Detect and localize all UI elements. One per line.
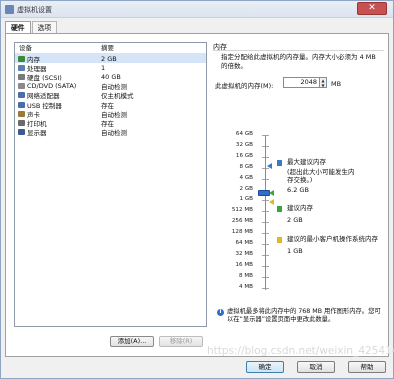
max-memory-title: 最大建议内存 xyxy=(287,158,326,166)
scale-label: 256 MB xyxy=(231,218,253,225)
memory-spinner[interactable]: ▲ ▼ xyxy=(320,77,327,88)
min-guest-marker xyxy=(269,199,274,205)
device-summary: 自动检测 xyxy=(101,129,127,138)
title-bar: 虚拟机设置 ✕ xyxy=(1,1,393,18)
max-recommended-marker xyxy=(267,163,272,169)
graphics-memory-info: 虚拟机最多将此内存中的 768 MB 用作图形内存。您可以在“显示器”设置页面中… xyxy=(227,308,381,323)
info-icon: i xyxy=(217,309,224,316)
help-button[interactable]: 帮助 xyxy=(348,361,386,373)
summary-column-header: 摘要 xyxy=(101,44,114,52)
device-name-cell: 显示器 xyxy=(15,127,101,137)
scale-label: 8 MB xyxy=(238,272,253,279)
device-name-cell: 硬盘 (SCSI) xyxy=(15,72,101,82)
network-adapter-icon xyxy=(18,92,25,99)
min-memory-title: 建议的最小客户机操作系统内存 xyxy=(287,235,378,243)
cpu-icon xyxy=(18,64,25,71)
scale-label: 1 GB xyxy=(239,196,253,203)
recommended-memory-title: 建议内存 xyxy=(287,204,313,212)
group-divider xyxy=(213,50,384,51)
recommended-memory-icon xyxy=(277,206,282,212)
device-list: 设备 摘要 内存 2 GB 处理器 1 硬盘 (SCSI) 40 GB CD/DVD (SA… xyxy=(14,42,207,327)
cancel-button[interactable]: 取消 xyxy=(297,361,335,373)
ok-button[interactable]: 确定 xyxy=(246,361,284,373)
memory-description: 指定分配给此虚拟机的内存量。内存大小必须为 4 MB 的倍数。 xyxy=(221,53,376,70)
device-summary: 2 GB xyxy=(101,54,117,63)
usb-icon xyxy=(18,101,25,108)
device-list-header: 设备 摘要 xyxy=(15,43,206,54)
vmware-icon xyxy=(5,5,14,14)
scale-label: 2 GB xyxy=(239,185,253,192)
device-name: CD/DVD (SATA) xyxy=(27,82,77,91)
memory-slider-track[interactable] xyxy=(265,135,266,290)
memory-input[interactable]: 2048 xyxy=(283,77,320,88)
max-memory-icon xyxy=(277,160,282,166)
scale-label: 4 MB xyxy=(238,283,253,290)
scale-label: 64 MB xyxy=(235,240,253,246)
memory-icon xyxy=(18,55,25,62)
device-rows: 内存 2 GB 处理器 1 硬盘 (SCSI) 40 GB CD/DVD (SATA) 自动检… xyxy=(15,54,206,137)
scale-label: 4 GB xyxy=(239,174,253,181)
scale-label: 32 MB xyxy=(235,250,253,257)
scale-label: 32 GB xyxy=(235,141,253,148)
device-summary: 1 xyxy=(101,63,106,72)
scale-label: 512 MB xyxy=(231,207,253,214)
device-row[interactable]: 显示器 自动检测 xyxy=(15,128,206,137)
memory-field-label: 此虚拟机的内存(M): xyxy=(215,82,274,90)
window-title: 虚拟机设置 xyxy=(17,6,52,14)
sound-card-icon xyxy=(18,110,25,117)
recommended-memory-value: 2 GB xyxy=(287,216,303,224)
min-memory-icon xyxy=(277,237,282,243)
add-device-button[interactable]: 添加(A)... xyxy=(110,336,154,347)
device-name-cell: CD/DVD (SATA) xyxy=(15,82,101,90)
watermark: https://blog.csdn.net/weixin_42541461 xyxy=(207,345,394,357)
vm-settings-window: 虚拟机设置 ✕ 硬件 选项 设备 摘要 内存 2 GB 处理器 1 硬盘 (SCSI) 4… xyxy=(0,0,394,379)
max-memory-value: 6.2 GB xyxy=(287,186,309,194)
display-icon xyxy=(18,129,25,136)
device-name: 硬盘 (SCSI) xyxy=(27,73,62,82)
cd-dvd-icon xyxy=(18,83,25,90)
scale-label: 64 GB xyxy=(235,131,253,137)
remove-device-button[interactable]: 移除(R) xyxy=(159,336,203,347)
device-summary: 40 GB xyxy=(101,72,121,81)
hard-disk-icon xyxy=(18,73,25,80)
scale-label: 16 GB xyxy=(235,152,253,159)
scale-label: 8 GB xyxy=(239,163,253,170)
close-button[interactable]: ✕ xyxy=(357,2,387,15)
hardware-panel: 设备 摘要 内存 2 GB 处理器 1 硬盘 (SCSI) 40 GB CD/DVD (SA… xyxy=(5,33,389,357)
max-memory-note: (超出此大小可能发生内存交换。) xyxy=(287,168,355,184)
device-column-header: 设备 xyxy=(19,44,32,52)
memory-unit: MB xyxy=(331,80,342,88)
recommended-marker xyxy=(269,190,274,196)
memory-group: 内存 指定分配给此虚拟机的内存量。内存大小必须为 4 MB 的倍数。 此虚拟机的… xyxy=(213,42,384,349)
printer-icon xyxy=(18,119,25,126)
min-memory-value: 1 GB xyxy=(287,247,303,255)
device-name: 显示器 xyxy=(27,129,47,138)
scale-label: 16 MB xyxy=(235,261,253,268)
scale-label: 128 MB xyxy=(231,229,253,236)
